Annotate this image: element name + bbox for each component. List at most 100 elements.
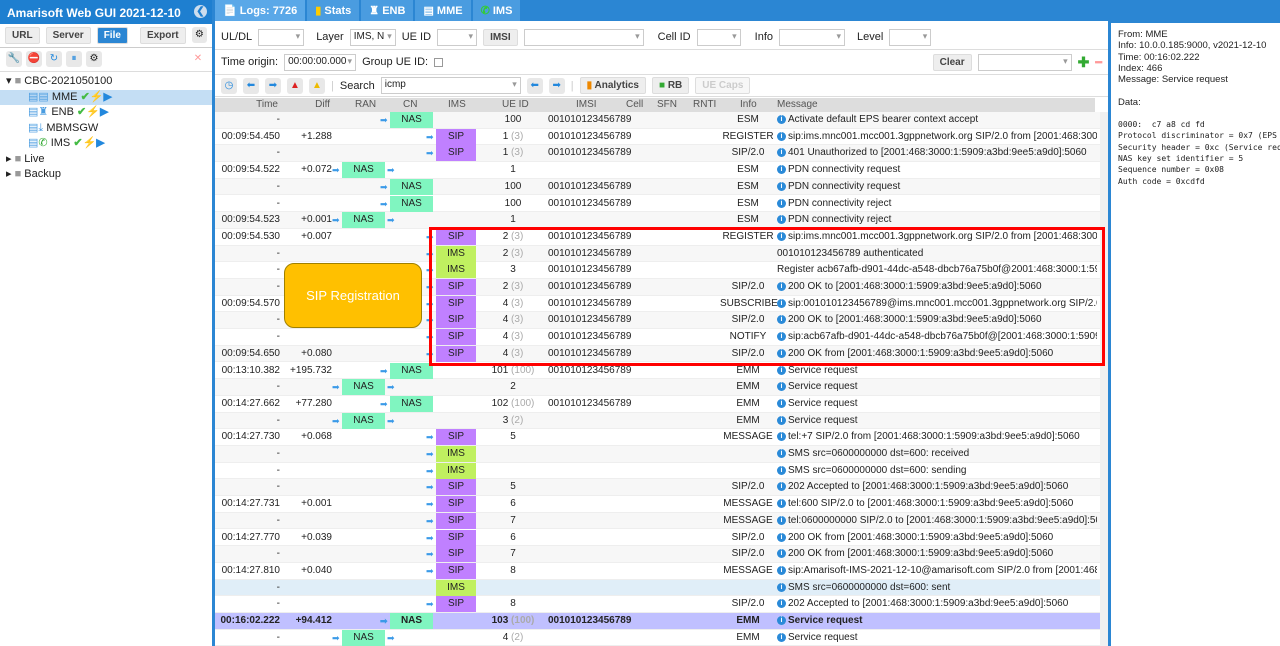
col-message[interactable]: Message [777,99,818,110]
analytics-button[interactable]: ▮ Analytics [579,77,646,94]
wrench-icon[interactable]: 🔧 [6,51,22,67]
table-row[interactable]: - ➡ SIP 8 SIP/2.0 i 202 Accepted to [2001:468… [215,596,1100,613]
info-icon[interactable]: i [777,165,786,175]
table-row[interactable]: - IMS i SMS src=0600000000 dst=600: sent [215,579,1100,597]
info-icon[interactable]: i [777,131,786,141]
remove-icon[interactable]: ━ [1095,56,1102,69]
info-icon[interactable]: i [777,549,786,559]
info-icon[interactable]: i [777,599,786,609]
time-origin-input[interactable]: 00:00:00.000 [284,53,357,71]
col-ran[interactable]: RAN [355,99,376,110]
info-icon[interactable]: i [777,616,786,625]
uecaps-button[interactable]: UE Caps [695,77,751,94]
info-icon[interactable]: i [777,482,786,492]
table-row[interactable]: - ➡ SIP 5 SIP/2.0 i 202 Accepted to [2001:468… [215,479,1100,497]
url-button[interactable]: URL [5,27,40,44]
warning-icon[interactable]: ▲ [309,77,325,94]
clear-button[interactable]: Clear [932,53,972,71]
tree-folder-live[interactable]: ▸ ■ Live [0,152,212,168]
table-row[interactable]: 00:14:27.662 +77.280 ➡ NAS 102 (100) 00101012… [215,395,1100,413]
table-row[interactable]: - ➡ ➡ NAS 2 EMM i Service request [215,379,1100,396]
info-select[interactable] [779,28,845,46]
server-button[interactable]: Server [45,27,91,44]
tree-item-enb[interactable]: ▤♜ ENB ✔⚡▶ [0,105,212,121]
table-row[interactable]: 00:14:27.810 +0.040 ➡ SIP 8 MESSAGE i sip:Amar… [215,562,1100,580]
info-icon[interactable]: i [777,181,786,191]
add-icon[interactable]: ✚ [1078,54,1090,71]
info-icon[interactable]: i [777,449,786,458]
table-row[interactable]: 00:09:54.522 +0.072 ➡ ➡ NAS 1 ESM i PDN connect… [215,162,1100,179]
table-row[interactable]: - ➡ SIP 7 SIP/2.0 i 200 OK from [2001:468:300… [215,546,1100,563]
tree-item-mbmsgw[interactable]: ▤⤓ MBMSGW [0,121,212,137]
info-icon[interactable]: i [777,465,786,475]
info-icon[interactable]: i [777,398,786,408]
info-icon[interactable]: i [777,115,786,124]
clock-icon[interactable]: ◷ [221,77,237,94]
prev-match-icon[interactable]: ⬅ [526,77,543,94]
info-icon[interactable]: i [777,432,786,442]
table-row[interactable]: - ➡ NAS 100 001010123456789 ESM i Activate def… [215,112,1100,129]
tab-logs[interactable]: 📄 Logs: 7726 [215,0,306,21]
tree-root[interactable]: ▾ ■ CBC-2021050100 [0,74,212,90]
col-cn[interactable]: CN [403,99,417,110]
level-select[interactable] [889,28,932,46]
table-row[interactable]: - ➡ IMS i SMS src=0600000000 dst=600: recei… [215,446,1100,463]
col-ueid[interactable]: UE ID [502,99,529,110]
imsi-select[interactable] [523,28,644,46]
table-row[interactable]: 00:14:27.731 +0.001 ➡ SIP 6 MESSAGE i tel:600 … [215,496,1100,513]
stop-icon[interactable]: ⛔ [26,51,42,67]
col-time[interactable]: Time [256,99,278,110]
table-row[interactable]: - ➡ ➡ NAS 3 (2) EMM i Service request [215,412,1100,430]
info-icon[interactable]: i [777,565,786,575]
info-icon[interactable]: i [777,532,786,542]
next-icon[interactable]: ➡ [265,77,281,94]
table-row[interactable]: 00:09:54.450 +1.288 ➡ SIP 1 (3) 0010101234567… [215,128,1100,146]
refresh-icon[interactable]: ↻ [46,51,62,67]
info-icon[interactable]: i [777,582,786,592]
table-row[interactable]: - ➡ NAS 100 001010123456789 ESM i PDN connecti… [215,195,1100,213]
info-icon[interactable]: i [777,415,786,425]
tab-stats[interactable]: ▮ Stats [307,0,360,21]
uldl-select[interactable] [258,28,305,46]
tab-enb[interactable]: ♜ ENB [361,0,414,21]
info-icon[interactable]: i [777,632,786,642]
table-row[interactable]: - ➡ SIP 1 (3) 001010123456789 SIP/2.0 i 401 Una… [215,145,1100,163]
info-icon[interactable]: i [777,215,786,225]
table-row[interactable]: - ➡ ➡ NAS 4 (2) EMM i Service request [215,629,1100,646]
info-icon[interactable]: i [777,515,786,525]
info-icon[interactable]: i [777,148,786,158]
col-sfn[interactable]: SFN [657,99,677,110]
collapse-icon[interactable]: ❮ [194,5,207,18]
info-icon[interactable]: i [777,198,786,208]
filter-preset-select[interactable] [977,53,1072,71]
connect-icon[interactable]: ⚙ [191,27,207,43]
tab-ims[interactable]: ✆ IMS [472,0,521,21]
scrollbar[interactable] [1100,112,1108,646]
rb-button[interactable]: ■ RB [651,77,690,94]
col-rnti[interactable]: RNTI [693,99,716,110]
info-icon[interactable]: i [777,365,786,375]
table-row[interactable]: - ➡ NAS 100 001010123456789 ESM i PDN connecti… [215,178,1100,196]
table-row[interactable]: - ➡ IMS i SMS src=0600000000 dst=600: sendi… [215,462,1100,480]
imsi-button[interactable]: IMSI [483,28,518,46]
tab-mme[interactable]: ▤ MME [415,0,471,21]
tree-item-ims[interactable]: ▤✆ IMS ✔⚡▶ [0,136,212,152]
col-diff[interactable]: Diff [315,99,330,110]
info-icon[interactable]: i [777,499,786,509]
tree-folder-backup[interactable]: ▸ ■ Backup [0,167,212,183]
file-button[interactable]: File [96,27,128,44]
error-icon[interactable]: ▲ [287,77,303,94]
ueid-select[interactable] [437,28,478,46]
pause-icon[interactable]: ⏸ [66,51,82,67]
cellid-select[interactable] [696,28,741,46]
col-imsi[interactable]: IMSI [576,99,597,110]
layer-select[interactable]: IMS, N [349,28,396,46]
table-row[interactable]: 00:16:02.222 +94.412 ➡ NAS 103 (100) 00101012… [215,613,1100,630]
table-row[interactable]: 00:14:27.770 +0.039 ➡ SIP 6 SIP/2.0 i 200 OK f… [215,529,1100,547]
info-icon[interactable]: i [777,382,786,392]
col-info[interactable]: Info [740,99,757,110]
delete-icon[interactable]: ✕ [190,51,206,67]
table-row[interactable]: - ➡ SIP 7 MESSAGE i tel:0600000000 SIP/2.0 to… [215,512,1100,530]
group-ue-checkbox[interactable] [434,57,444,67]
next-match-icon[interactable]: ➡ [548,77,565,94]
